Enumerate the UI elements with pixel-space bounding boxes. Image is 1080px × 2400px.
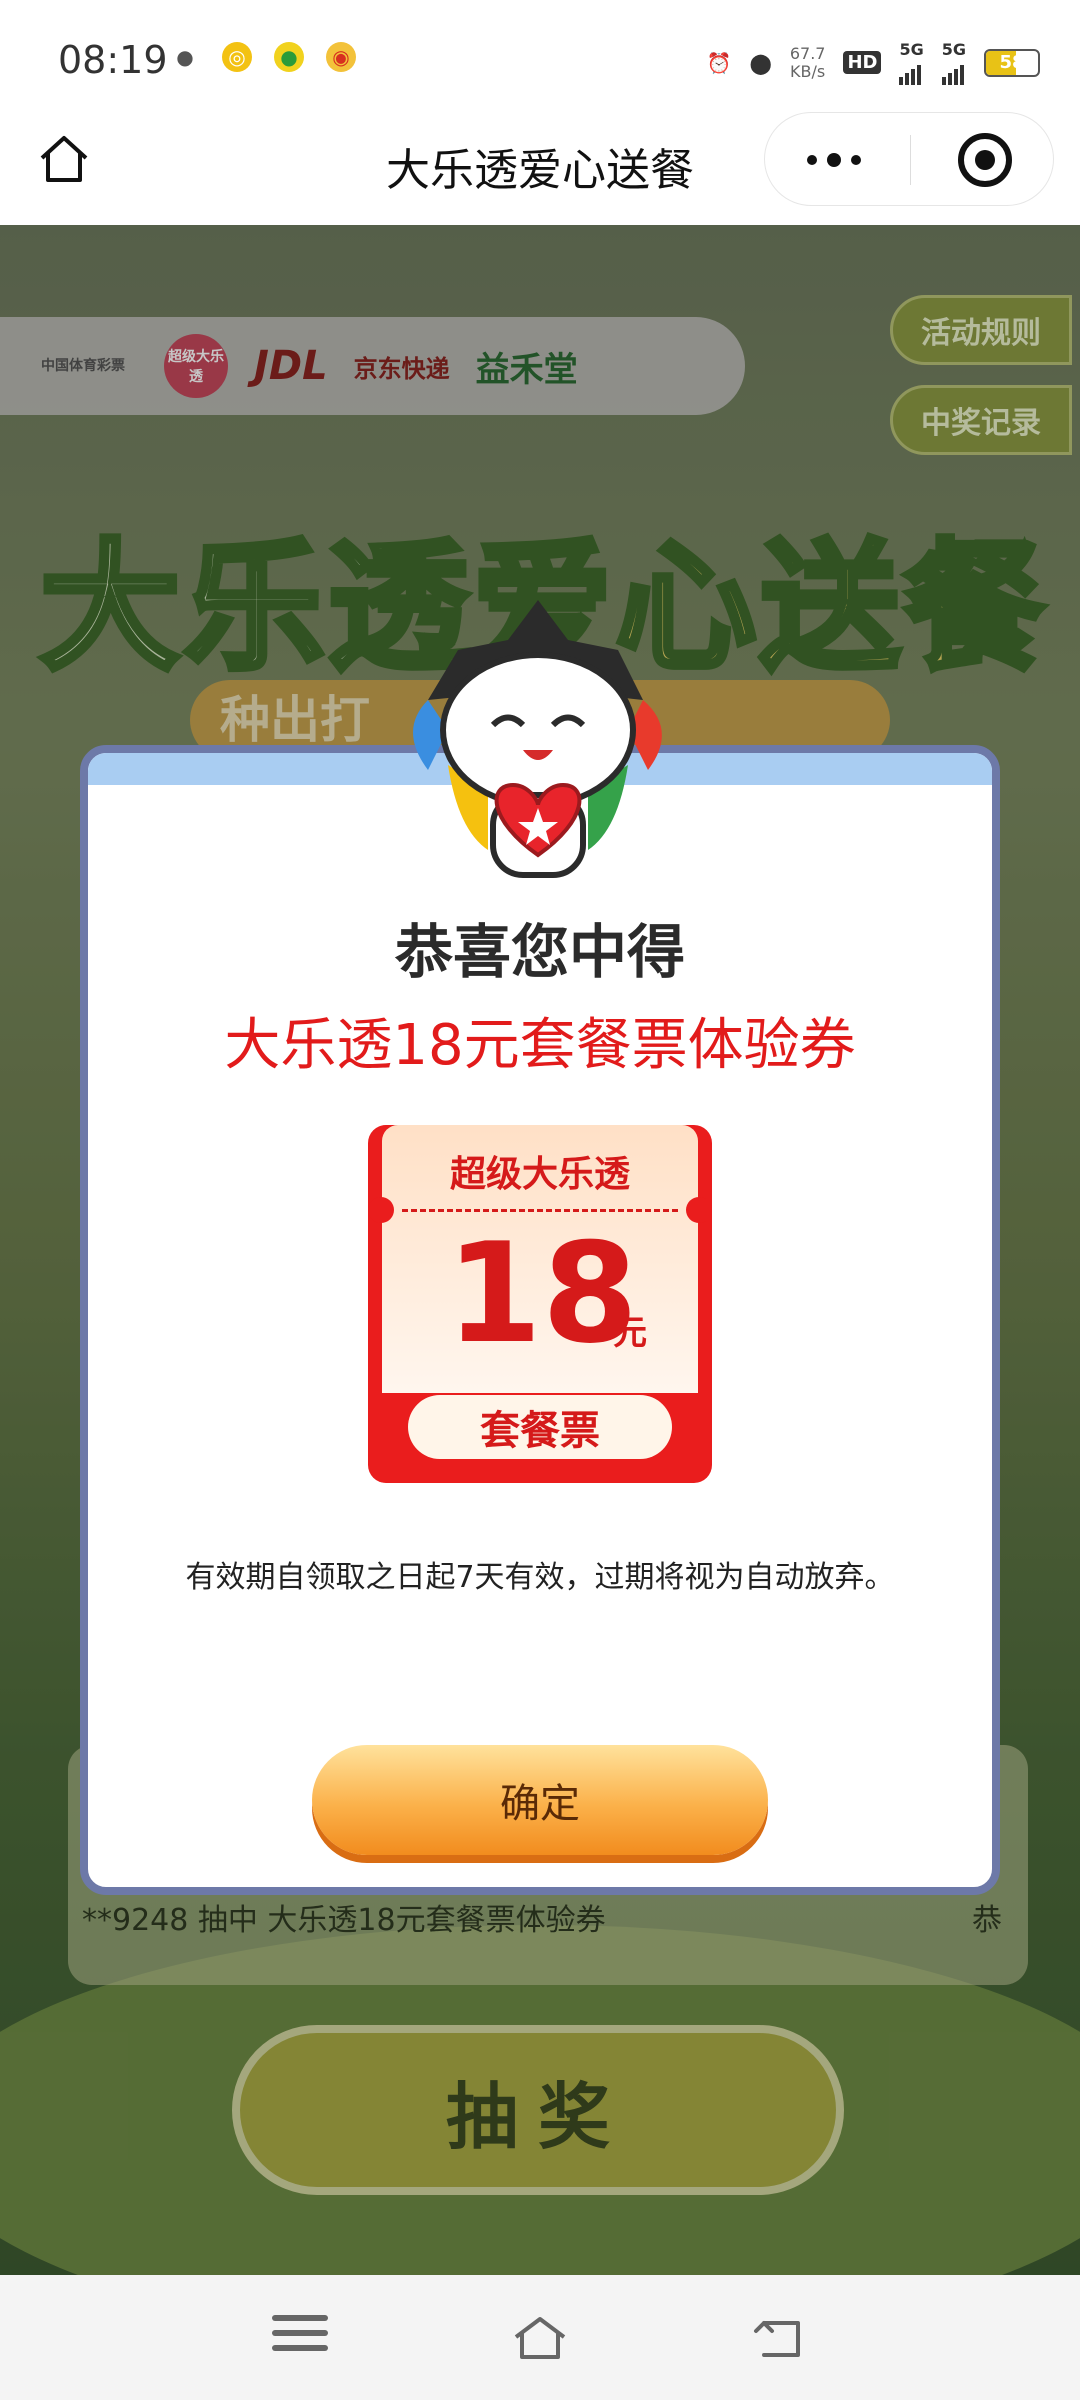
more-options-icon[interactable] [807,153,861,167]
ticket-unit: 元 [613,1313,647,1353]
capsule-menu [764,112,1054,206]
back-icon[interactable] [752,2315,808,2361]
battery-level: 58 [999,52,1025,73]
ticket-amount: 18 [446,1213,639,1374]
ticket-dashed-divider [402,1209,678,1212]
prize-ticket: 超级大乐透 18 元 套餐票 [368,1125,712,1483]
signal-bars-icon [899,59,922,85]
mascot-icon [413,600,662,878]
system-home-icon[interactable] [512,2315,568,2361]
network-speed: 67.7 KB/s [789,43,826,81]
location-icon: ⬤ [749,50,772,75]
network-speed-unit: KB/s [790,61,826,81]
sim1-label: 5G [899,40,924,59]
signal-sim1: 5G [899,40,924,85]
ticket-notch-right [686,1197,712,1223]
system-navigation-bar [0,2275,1080,2400]
congrats-heading: 恭喜您中得 [394,918,685,986]
prize-name: 大乐透18元套餐票体验券 [224,1013,856,1078]
sim2-label: 5G [941,40,966,59]
weibo-icon: ◉ [326,42,356,72]
close-miniprogram-icon[interactable] [958,133,1012,187]
ticket-notch-left [368,1197,394,1223]
notification-icons: ● ◎ ● ◉ [170,42,356,72]
lottery-app-icon: ● [274,42,304,72]
mini-program-nav-bar: 大乐透爱心送餐 [0,110,1080,225]
recent-apps-icon[interactable] [272,2315,328,2361]
status-bar: 08:19 ● ◎ ● ◉ ⏰ ⬤ 67.7 KB/s HD 5G 5G 58 [0,0,1080,110]
hd-badge: HD [843,51,882,74]
signal-sim2: 5G [941,40,966,85]
confirm-button[interactable]: 确定 [312,1745,768,1855]
validity-note: 有效期自领取之日起7天有效，过期将视为自动放弃。 [185,1560,895,1595]
capsule-divider [910,135,911,185]
system-status-icons: ⏰ ⬤ 67.7 KB/s HD 5G 5G 58 [707,40,1040,85]
wechat-icon: ● [176,45,194,69]
ticket-header: 超级大乐透 [449,1154,630,1195]
network-speed-value: 67.7 [789,43,826,63]
status-time: 08:19 [58,38,168,82]
alarm-icon: ⏰ [706,50,732,75]
signal-bars-icon [941,59,964,85]
ticket-type-label: 套餐票 [408,1395,672,1459]
battery-icon: 58 [984,48,1040,77]
coin-app-icon: ◎ [222,42,252,72]
